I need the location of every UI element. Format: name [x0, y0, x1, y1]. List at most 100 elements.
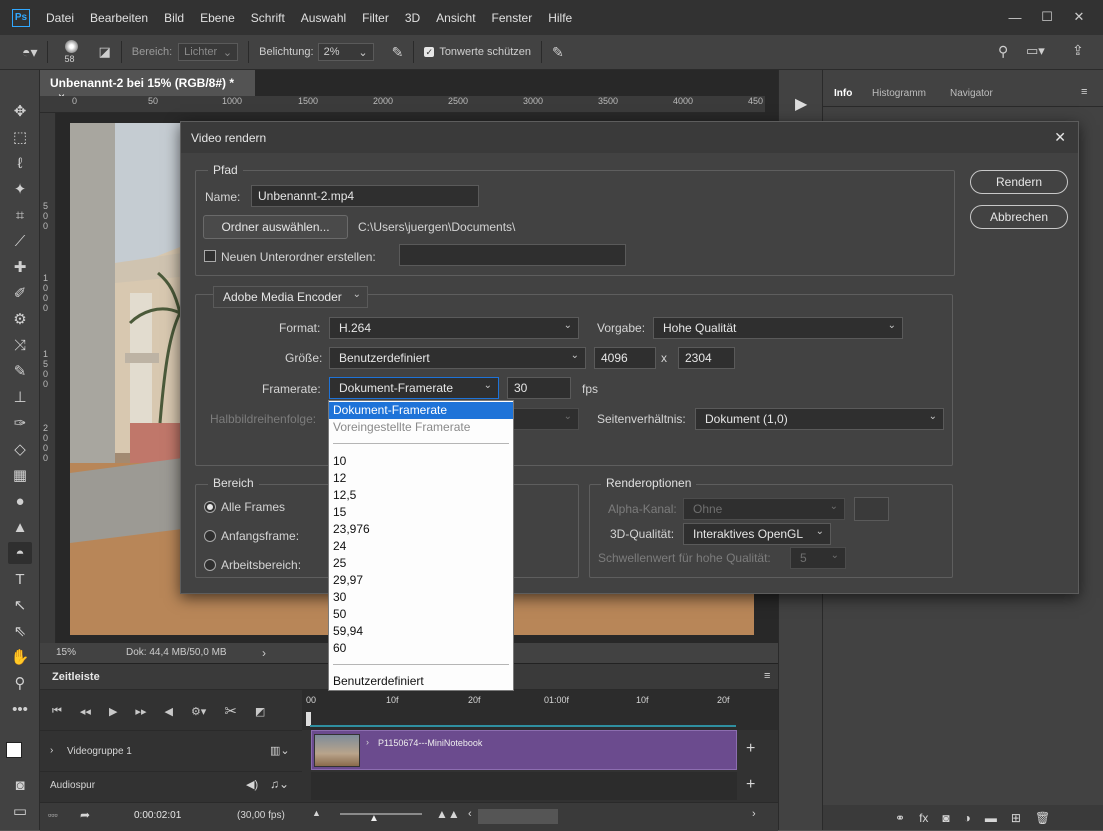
lasso-tool-icon[interactable]: ℓ	[8, 152, 32, 174]
link-layers-icon[interactable]: ⚭	[895, 811, 905, 825]
expand-chevron-icon[interactable]: ›	[50, 745, 53, 756]
brush-tool-icon[interactable]: ✐	[8, 282, 32, 304]
framerate-option[interactable]: 12	[329, 470, 513, 487]
aspect-select[interactable]: Dokument (1,0) ⌄	[695, 408, 944, 430]
brush-preset-picker[interactable]: 58	[58, 37, 86, 67]
add-media-icon[interactable]: +	[746, 740, 755, 758]
menu-bearbeiten[interactable]: Bearbeiten	[90, 11, 148, 25]
delete-layer-icon[interactable]: 🗑	[1035, 811, 1050, 825]
eraser-tool-icon[interactable]: ◇	[8, 438, 32, 460]
transition-icon[interactable]: ◩	[255, 705, 265, 718]
work-area-bar[interactable]	[310, 725, 736, 727]
video-clip[interactable]: › P1150674---MiniNotebook	[311, 730, 737, 770]
screen-mode-icon[interactable]: ▭	[8, 800, 32, 822]
prev-frame-icon[interactable]: ◂◂	[80, 705, 91, 718]
menu-ansicht[interactable]: Ansicht	[436, 11, 475, 25]
fps-input[interactable]: 30	[507, 377, 571, 399]
new-group-icon[interactable]: ▬	[985, 811, 997, 825]
framerate-option[interactable]: 25	[329, 555, 513, 572]
panel-menu-icon[interactable]: ≡	[1081, 86, 1087, 98]
playhead[interactable]	[306, 712, 311, 726]
marquee-tool-icon[interactable]: ⬚	[8, 126, 32, 148]
zoom-slider-thumb[interactable]: ▲	[369, 813, 379, 824]
tab-histogram[interactable]: Histogramm	[872, 88, 926, 99]
panel-menu-icon[interactable]: ≡	[764, 670, 770, 682]
fx-icon[interactable]: fx	[919, 811, 928, 825]
dodge-tool-icon[interactable]: ◓	[8, 542, 32, 564]
workspace-icon[interactable]: ▭▾	[1026, 43, 1045, 59]
brush-panel-icon[interactable]: ◪	[98, 44, 110, 60]
quick-mask-icon[interactable]: ◙	[8, 774, 32, 796]
height-input[interactable]: 2304	[678, 347, 735, 369]
quick-select-tool-icon[interactable]: ✦	[8, 178, 32, 200]
direct-select-tool-icon[interactable]: ⇖	[8, 620, 32, 642]
gradient-tool-icon[interactable]: ▦	[8, 464, 32, 486]
framerate-option[interactable]: 50	[329, 606, 513, 623]
work-area-radio[interactable]	[204, 559, 216, 571]
play-icon[interactable]: ▶	[109, 705, 117, 718]
menu-ebene[interactable]: Ebene	[200, 11, 235, 25]
dodge-tool-icon[interactable]: ◓▾	[22, 44, 37, 61]
framerate-option[interactable]: 60	[329, 640, 513, 657]
threshold-select[interactable]: 5 ⌄	[790, 547, 846, 569]
framerate-option[interactable]: 12,5	[329, 487, 513, 504]
status-menu-arrow[interactable]: ›	[262, 646, 266, 660]
protect-tones-checkbox[interactable]: ✓	[424, 47, 435, 57]
scroll-left-icon[interactable]: ‹	[468, 808, 472, 820]
crop-tool-icon[interactable]: ⌗	[8, 204, 32, 226]
framerate-option-document[interactable]: Dokument-Framerate	[329, 402, 513, 419]
all-frames-radio[interactable]	[204, 501, 216, 513]
healing-tool-icon[interactable]: ✚	[8, 256, 32, 278]
eyedropper-tool-icon[interactable]: ⟋	[8, 230, 32, 252]
time-ruler[interactable]: 00 10f 20f 01:00f 10f 20f	[302, 690, 778, 730]
zoom-level[interactable]: 15%	[56, 647, 76, 658]
subfolder-input[interactable]	[399, 244, 626, 266]
menu-bild[interactable]: Bild	[164, 11, 184, 25]
sharpen-tool-icon[interactable]: ▲	[8, 516, 32, 538]
name-input[interactable]: Unbenannt-2.mp4	[251, 185, 479, 207]
pressure-icon[interactable]: ✎	[552, 44, 564, 61]
history-brush-tool-icon[interactable]: ⤨	[8, 334, 32, 356]
stamp-tool-icon[interactable]: ⚙	[8, 308, 32, 330]
clip-chevron-icon[interactable]: ›	[366, 737, 369, 747]
frame-mode-icon[interactable]: ▫▫▫	[48, 810, 58, 820]
start-frame-radio[interactable]	[204, 530, 216, 542]
range-select[interactable]: Lichter ⌄	[178, 43, 239, 61]
framerate-option[interactable]: 10	[329, 453, 513, 470]
preset-select[interactable]: Hohe Qualität ⌄	[653, 317, 903, 339]
close-window-button[interactable]: ✕	[1065, 6, 1093, 28]
menu-hilfe[interactable]: Hilfe	[548, 11, 572, 25]
menu-fenster[interactable]: Fenster	[492, 11, 533, 25]
framerate-option[interactable]: 59,94	[329, 623, 513, 640]
speaker-icon[interactable]: ◀)	[246, 778, 258, 791]
tab-info[interactable]: Info	[834, 88, 852, 99]
choose-folder-button[interactable]: Ordner auswählen...	[203, 215, 348, 239]
framerate-option[interactable]: 24	[329, 538, 513, 555]
encoder-select[interactable]: Adobe Media Encoder ⌄	[213, 286, 368, 308]
menu-schrift[interactable]: Schrift	[251, 11, 285, 25]
audio-track[interactable]	[311, 772, 737, 800]
pattern-tool-icon[interactable]: ✑	[8, 412, 32, 434]
move-tool-icon[interactable]: ✥	[8, 100, 32, 122]
size-select[interactable]: Benutzerdefiniert ⌄	[329, 347, 586, 369]
width-input[interactable]: 4096	[594, 347, 656, 369]
scroll-right-icon[interactable]: ›	[752, 808, 756, 820]
add-audio-icon[interactable]: +	[746, 776, 755, 794]
new-layer-icon[interactable]: ⊞	[1011, 811, 1021, 825]
framerate-option[interactable]: 29,97	[329, 572, 513, 589]
type-tool-icon[interactable]: T	[8, 568, 32, 590]
clone-tool-icon[interactable]: ⊥	[8, 386, 32, 408]
framerate-option[interactable]: 15	[329, 504, 513, 521]
alpha-select[interactable]: Ohne ⌄	[683, 498, 845, 520]
exposure-field[interactable]: 2% ⌄	[317, 43, 374, 61]
framerate-option[interactable]: 23,976	[329, 521, 513, 538]
airbrush-icon[interactable]: ✎	[392, 44, 404, 61]
zoom-tool-icon[interactable]: ⚲	[8, 672, 32, 694]
minimize-button[interactable]: —	[1001, 6, 1029, 28]
add-mask-icon[interactable]: ◙	[942, 811, 949, 825]
play-actions-icon[interactable]: ▶	[795, 94, 807, 114]
mute-icon[interactable]: ◀	[164, 705, 172, 718]
zoom-in-mountain-icon[interactable]: ▲▲	[436, 807, 460, 821]
cancel-button[interactable]: Abbrechen	[970, 205, 1068, 229]
subfolder-checkbox[interactable]	[204, 250, 216, 262]
